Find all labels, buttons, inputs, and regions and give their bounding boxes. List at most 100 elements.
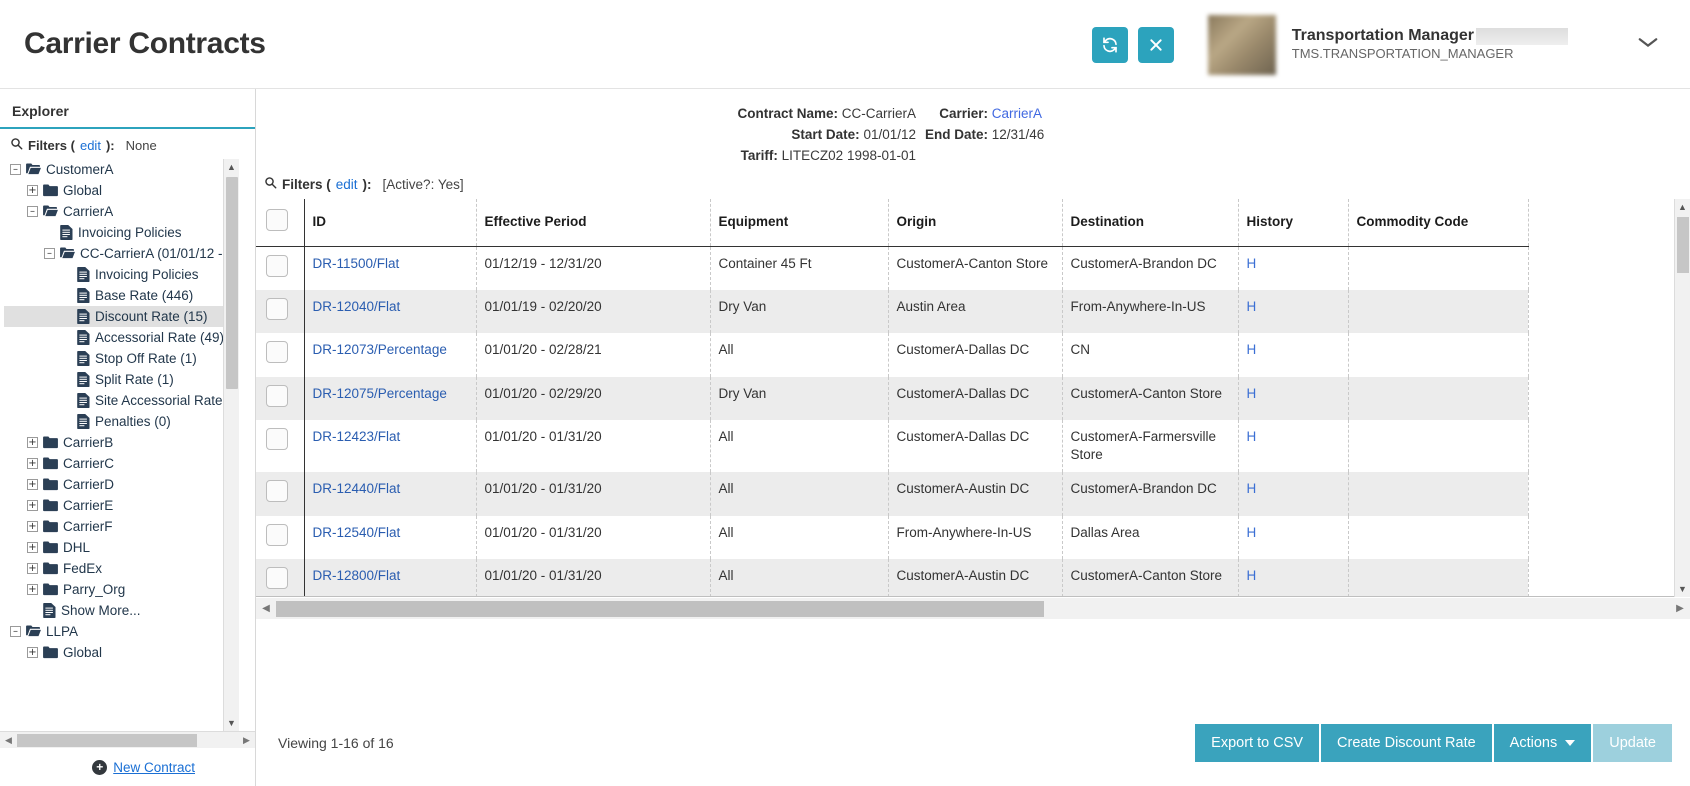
column-header-origin[interactable]: Origin (888, 199, 1062, 247)
tree-item-dhl[interactable]: +DHL (4, 537, 239, 558)
grid-horizontal-scrollbar[interactable]: ◀ ▶ (256, 597, 1690, 619)
row-checkbox[interactable] (266, 298, 288, 320)
table-row[interactable]: DR-11500/Flat01/12/19 - 12/31/20Containe… (256, 247, 1528, 291)
column-header-destination[interactable]: Destination (1062, 199, 1238, 247)
tree-item-discount-rate-15[interactable]: Discount Rate (15) (4, 306, 239, 327)
close-button[interactable] (1138, 27, 1174, 63)
column-header-commodity-code[interactable]: Commodity Code (1348, 199, 1528, 247)
expand-icon[interactable]: + (27, 500, 38, 511)
tree-item-base-rate-446[interactable]: Base Rate (446) (4, 285, 239, 306)
grid-filters-edit-link[interactable]: edit (336, 177, 358, 192)
grid-scroll-down-arrow-icon[interactable]: ▼ (1675, 581, 1690, 597)
refresh-button[interactable] (1092, 27, 1128, 63)
rate-id-link[interactable]: DR-12040/Flat (313, 299, 401, 314)
table-row[interactable]: DR-12073/Percentage01/01/20 - 02/28/21Al… (256, 333, 1528, 376)
rate-id-link[interactable]: DR-11500/Flat (313, 256, 400, 271)
update-button[interactable]: Update (1593, 724, 1672, 762)
expand-icon[interactable]: + (27, 563, 38, 574)
grid-scroll-up-arrow-icon[interactable]: ▲ (1675, 199, 1690, 215)
explorer-filters-edit-link[interactable]: edit (80, 138, 101, 153)
history-link[interactable]: H (1247, 525, 1257, 540)
tree-item-show-more[interactable]: Show More... (4, 600, 239, 621)
tree-item-parry-org[interactable]: +Parry_Org (4, 579, 239, 600)
tree-item-global[interactable]: +Global (4, 642, 239, 663)
explorer-hscroll-track[interactable] (17, 734, 238, 747)
table-row[interactable]: DR-12040/Flat01/01/19 - 02/20/20Dry VanA… (256, 290, 1528, 333)
tree-item-carriere[interactable]: +CarrierE (4, 495, 239, 516)
tree-item-carrierf[interactable]: +CarrierF (4, 516, 239, 537)
grid-hscroll-track[interactable] (276, 601, 1670, 617)
tree-item-site-accessorial-rate-1[interactable]: Site Accessorial Rate (1! (4, 390, 239, 411)
export-to-csv-button[interactable]: Export to CSV (1195, 724, 1319, 762)
tree-item-invoicing-policies[interactable]: Invoicing Policies (4, 222, 239, 243)
table-row[interactable]: DR-12423/Flat01/01/20 - 01/31/20AllCusto… (256, 420, 1528, 472)
rate-id-link[interactable]: DR-12540/Flat (313, 525, 401, 540)
table-row[interactable]: DR-12440/Flat01/01/20 - 01/31/20AllCusto… (256, 472, 1528, 515)
tree-item-split-rate-1[interactable]: Split Rate (1) (4, 369, 239, 390)
scroll-left-arrow-icon[interactable]: ◀ (0, 732, 17, 749)
grid-vertical-scrollbar[interactable]: ▲ ▼ (1674, 199, 1690, 597)
rate-id-link[interactable]: DR-12423/Flat (313, 429, 401, 444)
tree-item-carrierc[interactable]: +CarrierC (4, 453, 239, 474)
row-checkbox[interactable] (266, 385, 288, 407)
expand-icon[interactable]: + (27, 647, 38, 658)
user-menu-button[interactable] (1628, 25, 1668, 65)
tree-item-llpa[interactable]: –LLPA (4, 621, 239, 642)
expand-icon[interactable]: + (27, 521, 38, 532)
tree-item-carrierd[interactable]: +CarrierD (4, 474, 239, 495)
tree-item-cc-carriera-01-01-12-12[interactable]: –CC-CarrierA (01/01/12 - 12/ (4, 243, 239, 264)
explorer-vscroll-thumb[interactable] (226, 177, 238, 389)
table-row[interactable]: DR-12800/Flat01/01/20 - 01/31/20AllCusto… (256, 559, 1528, 597)
collapse-icon[interactable]: – (10, 164, 21, 175)
expand-icon[interactable]: + (27, 185, 38, 196)
new-contract-link[interactable]: New Contract (113, 760, 195, 775)
table-row[interactable]: DR-12540/Flat01/01/20 - 01/31/20AllFrom-… (256, 516, 1528, 559)
tree-item-penalties-0[interactable]: Penalties (0) (4, 411, 239, 432)
create-discount-rate-button[interactable]: Create Discount Rate (1321, 724, 1492, 762)
tree-item-stop-off-rate-1[interactable]: Stop Off Rate (1) (4, 348, 239, 369)
expand-icon[interactable]: + (27, 542, 38, 553)
history-link[interactable]: H (1247, 342, 1257, 357)
history-link[interactable]: H (1247, 568, 1257, 583)
row-checkbox[interactable] (266, 480, 288, 502)
column-header-effective-period[interactable]: Effective Period (476, 199, 710, 247)
table-row[interactable]: DR-12075/Percentage01/01/20 - 02/29/20Dr… (256, 377, 1528, 420)
grid-vscroll-thumb[interactable] (1677, 217, 1689, 273)
rate-id-link[interactable]: DR-12073/Percentage (313, 342, 447, 357)
column-header-history[interactable]: History (1238, 199, 1348, 247)
select-all-checkbox[interactable] (266, 209, 288, 231)
explorer-hscroll-thumb[interactable] (17, 734, 197, 747)
history-link[interactable]: H (1247, 256, 1257, 271)
tree-item-customera[interactable]: –CustomerA (4, 159, 239, 180)
row-checkbox[interactable] (266, 255, 288, 277)
rate-id-link[interactable]: DR-12440/Flat (313, 481, 401, 496)
collapse-icon[interactable]: – (27, 206, 38, 217)
row-checkbox[interactable] (266, 341, 288, 363)
row-checkbox[interactable] (266, 524, 288, 546)
carrier-value-link[interactable]: CarrierA (992, 106, 1042, 121)
grid-hscroll-thumb[interactable] (276, 601, 1044, 617)
tree-item-fedex[interactable]: +FedEx (4, 558, 239, 579)
tree-item-carrierb[interactable]: +CarrierB (4, 432, 239, 453)
column-header-equipment[interactable]: Equipment (710, 199, 888, 247)
row-checkbox[interactable] (266, 428, 288, 450)
collapse-icon[interactable]: – (44, 248, 55, 259)
scroll-up-arrow-icon[interactable]: ▲ (224, 159, 239, 175)
column-header-id[interactable]: ID (304, 199, 476, 247)
grid-scroll-left-arrow-icon[interactable]: ◀ (256, 599, 276, 619)
explorer-vertical-scrollbar[interactable]: ▲ ▼ (223, 159, 239, 731)
expand-icon[interactable]: + (27, 437, 38, 448)
expand-icon[interactable]: + (27, 584, 38, 595)
tree-item-invoicing-policies[interactable]: Invoicing Policies (4, 264, 239, 285)
history-link[interactable]: H (1247, 299, 1257, 314)
grid-scroll-right-arrow-icon[interactable]: ▶ (1670, 599, 1690, 619)
tree-item-carriera[interactable]: –CarrierA (4, 201, 239, 222)
collapse-icon[interactable]: – (10, 626, 21, 637)
tree-item-global[interactable]: +Global (4, 180, 239, 201)
rate-id-link[interactable]: DR-12075/Percentage (313, 386, 447, 401)
tree-item-accessorial-rate-49[interactable]: Accessorial Rate (49) (4, 327, 239, 348)
scroll-down-arrow-icon[interactable]: ▼ (224, 715, 239, 731)
scroll-right-arrow-icon[interactable]: ▶ (238, 732, 255, 749)
expand-icon[interactable]: + (27, 458, 38, 469)
row-checkbox[interactable] (266, 567, 288, 589)
